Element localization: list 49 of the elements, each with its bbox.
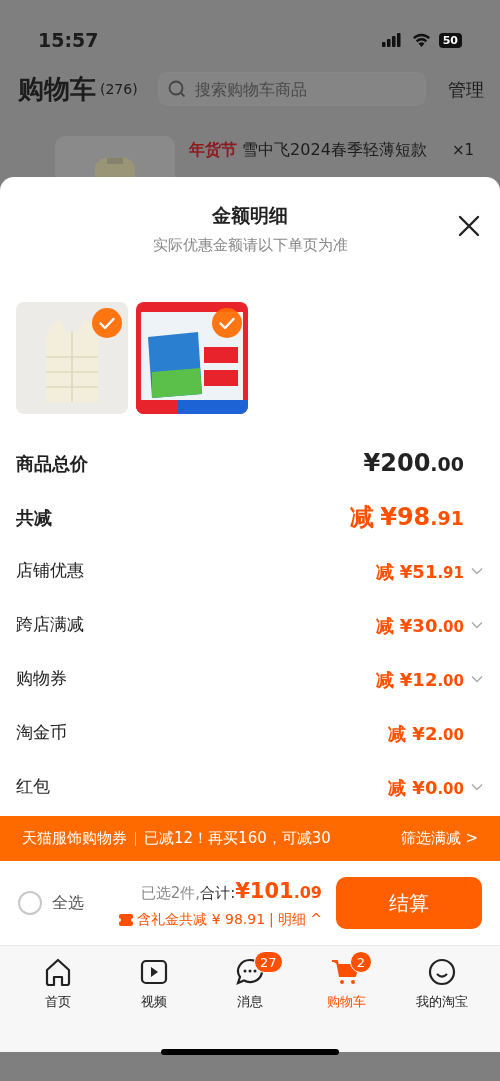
close-button[interactable] [456, 213, 482, 239]
check-icon[interactable] [212, 308, 242, 338]
count-badge: 2 [350, 951, 372, 973]
select-all-label: 全选 [52, 892, 84, 914]
coupon-name: 天猫服饰购物券 [22, 828, 127, 850]
row-label: 店铺优惠 [16, 559, 84, 583]
signal-icon [381, 33, 404, 47]
search-icon [167, 80, 186, 98]
cart-count: (276) [100, 79, 138, 99]
select-all-checkbox[interactable] [18, 891, 42, 915]
promo-message: 已减12！再买160，可减30 [144, 828, 331, 850]
amount: 减 ¥98.91 [350, 502, 464, 533]
status-time: 15:57 [38, 27, 99, 53]
row-label: 购物券 [16, 667, 67, 691]
discount-note: 含礼金共减 ¥ 98.91 [137, 910, 266, 930]
row-label: 跨店满减 [16, 613, 84, 637]
row-label: 商品总价 [16, 451, 88, 476]
detail-link[interactable]: 明细 ^ [277, 909, 322, 931]
amount: 减 ¥30.00 [375, 613, 464, 638]
quantity: ×1 [451, 140, 474, 161]
manage-link[interactable]: 管理 [448, 75, 484, 103]
search-field[interactable]: 搜索购物车商品 [157, 72, 426, 106]
total-summary: 已选2件,合计:¥101.09 [140, 877, 322, 905]
row-label: 淘金币 [16, 721, 67, 745]
row-label: 红包 [16, 775, 50, 799]
amount: 减 ¥2.00 [388, 721, 464, 746]
filter-link[interactable]: 筛选满减 > [400, 827, 478, 850]
tab-item[interactable]: 视频 [106, 946, 202, 1013]
battery-indicator: 50 [438, 32, 462, 48]
tab-item[interactable]: 购物车 2 [298, 946, 394, 1013]
check-icon[interactable] [92, 308, 122, 338]
count-badge: 27 [254, 951, 283, 973]
separator: | [269, 910, 274, 930]
checkout-button[interactable]: 结算 [336, 877, 482, 929]
page-title: 购物车 [18, 72, 96, 106]
amount: 减 ¥0.00 [388, 775, 464, 800]
tab-item[interactable]: 我的淘宝 [394, 946, 490, 1013]
coupon-icon [119, 913, 134, 926]
wifi-icon [411, 33, 431, 47]
tab-item[interactable]: 首页 [10, 946, 106, 1013]
tab-item[interactable]: 消息 27 [202, 946, 298, 1013]
amount: 减 ¥12.00 [375, 667, 464, 692]
product-title: 年货节 雪中飞2024春季轻薄短款 [189, 139, 427, 161]
row-label: 共减 [16, 505, 52, 530]
sheet-subtitle: 实际优惠金额请以下单页为准 [151, 234, 349, 256]
amount: 减 ¥51.91 [375, 559, 464, 584]
smiley-icon [426, 956, 458, 988]
sheet-title: 金额明细 [212, 203, 288, 228]
amount: ¥200.00 [363, 448, 464, 479]
